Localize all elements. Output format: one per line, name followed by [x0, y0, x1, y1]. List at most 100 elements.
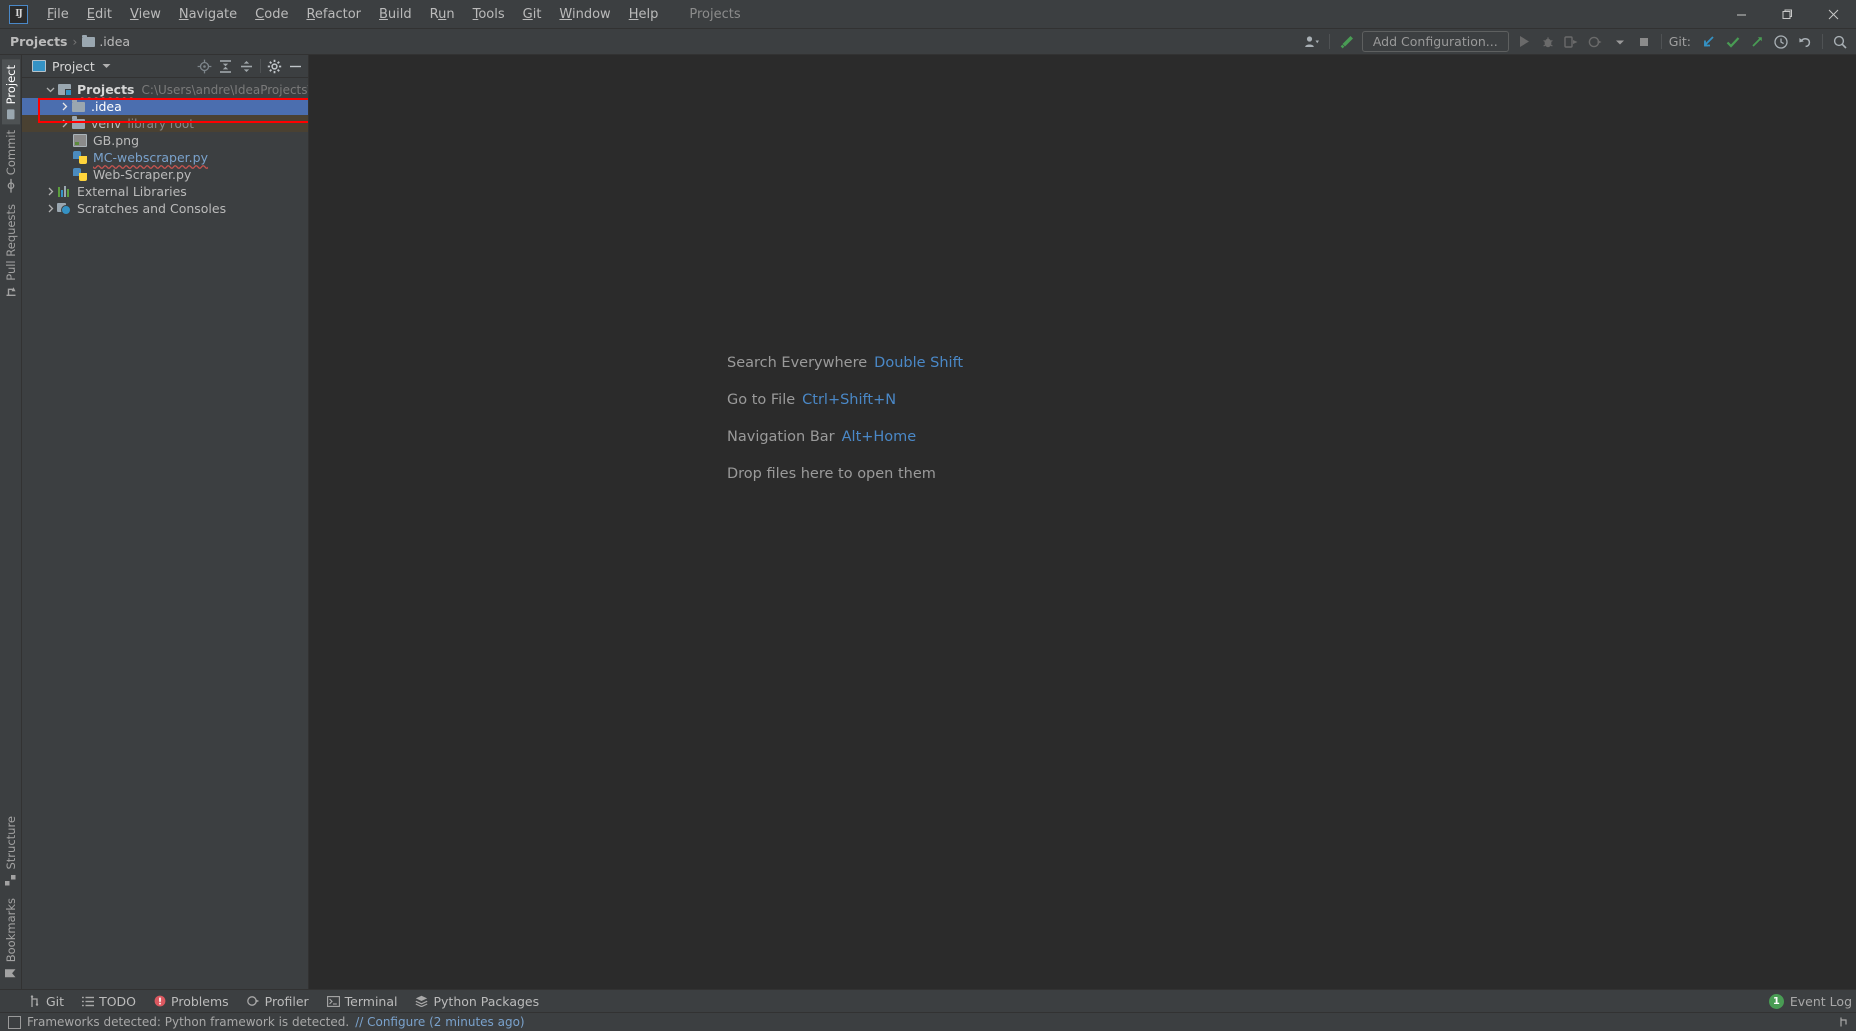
hide-icon[interactable] [285, 56, 306, 76]
undo-icon[interactable] [1793, 31, 1817, 53]
debug-icon[interactable] [1536, 31, 1560, 53]
close-button[interactable] [1810, 0, 1856, 28]
chevron-right-icon[interactable] [44, 204, 56, 213]
add-configuration-button[interactable]: Add Configuration... [1361, 31, 1509, 52]
chevron-right-icon[interactable] [58, 119, 70, 128]
folder-icon [70, 99, 86, 112]
window-controls [1718, 0, 1856, 28]
expand-all-icon[interactable] [215, 56, 236, 76]
sidebar-tab-pull-requests[interactable]: Pull Requests [2, 198, 20, 303]
hammer-icon[interactable] [1335, 31, 1359, 53]
menu-file[interactable]: File [38, 4, 78, 25]
bottom-tab-todo[interactable]: TODO [73, 992, 145, 1011]
bottom-tab-terminal[interactable]: Terminal [318, 992, 407, 1011]
git-update-icon[interactable] [1697, 31, 1721, 53]
user-avatar-icon[interactable] [1300, 31, 1324, 53]
minimize-button[interactable] [1718, 0, 1764, 28]
tree-row-scratches-and-consoles[interactable]: Scratches and Consoles [22, 200, 308, 217]
event-log-label: Event Log [1789, 993, 1852, 1009]
menu-git[interactable]: Git [514, 4, 551, 25]
status-message: Frameworks detected: Python framework is… [27, 1015, 350, 1029]
sidebar-tab-structure[interactable]: Structure [2, 810, 20, 892]
event-log-area[interactable]: 1 Event Log [1768, 993, 1852, 1009]
bookmark-icon [5, 969, 17, 978]
status-bar: Frameworks detected: Python framework is… [0, 1012, 1856, 1031]
chevron-down-icon[interactable] [1608, 31, 1632, 53]
project-tool-actions [194, 55, 306, 77]
git-commit-icon[interactable] [1721, 31, 1745, 53]
tree-row-venv[interactable]: venv library root [22, 115, 308, 132]
hint-search-everywhere-key: Double Shift [874, 355, 964, 371]
chevron-right-icon[interactable] [58, 102, 70, 111]
status-configure-link[interactable]: // Configure (2 minutes ago) [355, 1015, 524, 1029]
bottom-tab-python-packages-label: Python Packages [433, 993, 540, 1009]
breadcrumb-projects[interactable]: Projects [10, 34, 68, 49]
bottom-tab-git[interactable]: Git [21, 992, 73, 1011]
chevron-expanded-icon[interactable] [44, 85, 56, 94]
image-file-icon [72, 134, 88, 147]
menu-code[interactable]: Code [246, 4, 297, 25]
tree-row-projects[interactable]: Projects C:\Users\andre\IdeaProjects\Pro… [22, 81, 308, 98]
profiler-icon [246, 995, 260, 1007]
tree-row-mc-webscraper-py[interactable]: MC-webscraper.py [22, 149, 308, 166]
bottom-tab-profiler[interactable]: Profiler [238, 992, 318, 1011]
menu-help[interactable]: Help [620, 4, 668, 25]
profile-icon[interactable] [1584, 31, 1608, 53]
project-tree[interactable]: Projects C:\Users\andre\IdeaProjects\Pro… [22, 78, 308, 989]
editor-empty-state[interactable]: Search Everywhere Double Shift Go to File… [309, 55, 1856, 989]
bottom-tab-todo-label: TODO [99, 993, 137, 1009]
menu-view[interactable]: View [121, 4, 170, 25]
menu-refactor[interactable]: Refactor [297, 4, 370, 25]
sidebar-tab-project[interactable]: Project [1, 59, 20, 125]
bottom-tab-problems[interactable]: Problems [145, 992, 238, 1011]
tree-row-idea[interactable]: .idea [22, 98, 308, 115]
structure-icon [5, 875, 16, 886]
run-icon[interactable] [1512, 31, 1536, 53]
problems-error-icon [154, 995, 166, 1007]
module-icon [56, 84, 72, 96]
sidebar-tab-pull-requests-label: Pull Requests [3, 203, 18, 281]
main-area: Project Commit Pull Requests Structure B… [0, 55, 1856, 989]
todo-list-icon [82, 996, 95, 1007]
scroll-from-source-icon[interactable] [194, 56, 215, 76]
chevron-right-icon[interactable] [44, 187, 56, 196]
sidebar-tab-commit[interactable]: Commit [2, 124, 20, 197]
git-branch-icon [30, 994, 41, 1008]
run-coverage-icon[interactable] [1560, 31, 1584, 53]
tree-row-web-scraper-py[interactable]: Web-Scraper.py [22, 166, 308, 183]
folder-icon [82, 34, 96, 47]
settings-gear-icon[interactable] [264, 56, 285, 76]
git-branch-status-icon[interactable] [1839, 1016, 1850, 1028]
git-push-icon[interactable] [1745, 31, 1769, 53]
menu-build[interactable]: Build [370, 4, 421, 25]
toolbar-divider-3 [1822, 34, 1823, 49]
tree-row-external-libraries[interactable]: External Libraries [22, 183, 308, 200]
hint-search-everywhere: Search Everywhere Double Shift [727, 355, 963, 371]
search-icon[interactable] [1828, 31, 1852, 53]
menu-edit[interactable]: Edit [78, 4, 121, 25]
history-icon[interactable] [1769, 31, 1793, 53]
menu-window[interactable]: Window [550, 4, 619, 25]
menu-tools[interactable]: Tools [464, 4, 514, 25]
maximize-button[interactable] [1764, 0, 1810, 28]
hint-navigation-bar-key: Alt+Home [841, 429, 917, 445]
project-tool-title[interactable]: Project [32, 59, 111, 74]
breadcrumb-idea[interactable]: .idea [82, 34, 130, 49]
toolbar-divider [1328, 34, 1330, 49]
menu-run[interactable]: Run [421, 4, 464, 25]
collapse-all-icon[interactable] [236, 56, 257, 76]
packages-icon [415, 995, 428, 1007]
sidebar-tab-commit-label: Commit [3, 130, 18, 176]
sidebar-tab-bookmarks-label: Bookmarks [3, 897, 18, 962]
project-tool-title-label: Project [52, 58, 95, 74]
bottom-tab-python-packages[interactable]: Python Packages [406, 992, 548, 1011]
sidebar-tab-bookmarks[interactable]: Bookmarks [2, 892, 20, 985]
chevron-down-icon[interactable] [102, 63, 111, 69]
terminal-icon [326, 995, 340, 1007]
hint-go-to-file: Go to File Ctrl+Shift+N [727, 392, 963, 408]
intellij-logo-icon: IJ [9, 4, 28, 24]
tree-row-gb-png[interactable]: GB.png [22, 132, 308, 149]
menu-navigate[interactable]: Navigate [170, 4, 246, 25]
stop-icon[interactable] [1632, 31, 1656, 53]
breadcrumb-separator: › [72, 34, 78, 49]
